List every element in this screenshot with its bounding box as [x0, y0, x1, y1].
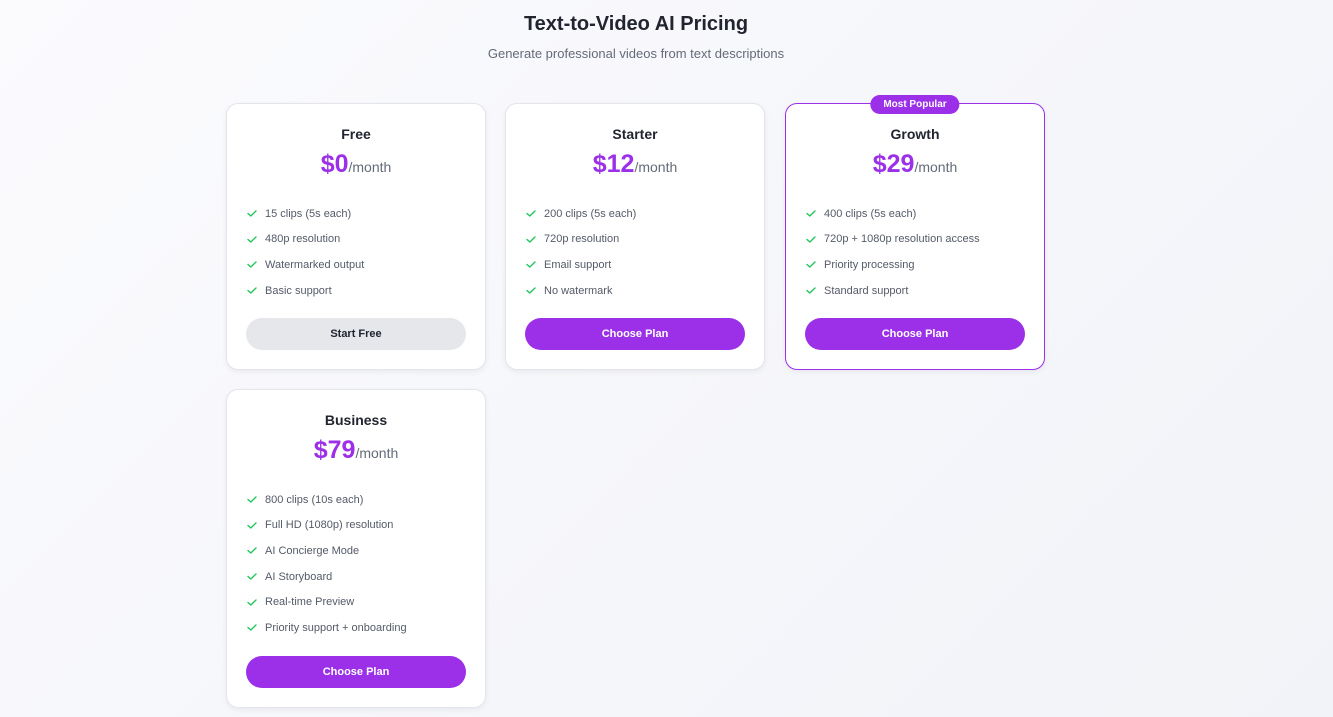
check-icon — [247, 598, 257, 606]
feature-label: 480p resolution — [265, 233, 341, 246]
feature-item: Watermarked output — [247, 252, 465, 278]
price-period: /month — [348, 159, 392, 175]
feature-label: Standard support — [824, 284, 909, 297]
feature-item: 720p resolution — [526, 227, 744, 253]
feature-list: 400 clips (5s each) 720p + 1080p resolut… — [806, 201, 1024, 303]
plan-price: $12 — [592, 150, 635, 178]
plan-name: Growth — [890, 126, 940, 142]
feature-label: Basic support — [265, 284, 332, 297]
feature-label: Email support — [544, 258, 612, 271]
feature-label: 800 clips (10s each) — [265, 493, 364, 506]
feature-item: 720p + 1080p resolution access — [806, 227, 1024, 253]
feature-item: No watermark — [526, 278, 744, 304]
feature-item: Standard support — [806, 278, 1024, 304]
feature-item: Full HD (1080p) resolution — [247, 513, 465, 539]
most-popular-badge: Most Popular — [870, 95, 960, 114]
check-icon — [806, 210, 816, 217]
check-icon — [247, 210, 257, 217]
plan-name: Free — [341, 126, 371, 142]
check-icon — [247, 522, 257, 529]
choose-plan-button[interactable]: Choose Plan — [246, 656, 466, 688]
check-icon — [247, 496, 257, 503]
start-free-button[interactable]: Start Free — [246, 318, 466, 350]
feature-label: No watermark — [544, 284, 613, 297]
feature-item: 200 clips (5s each) — [526, 201, 744, 227]
feature-label: 200 clips (5s each) — [544, 207, 637, 220]
check-icon — [247, 287, 257, 294]
feature-label: 400 clips (5s each) — [824, 207, 917, 220]
check-icon — [806, 236, 816, 243]
plan-price: $79 — [313, 436, 356, 464]
price-period: /month — [634, 159, 678, 175]
plan-name: Starter — [612, 126, 658, 142]
price-period: /month — [355, 445, 399, 461]
plan-card-growth: Most Popular Growth $29/month 400 clips … — [785, 95, 1045, 370]
check-icon — [806, 287, 816, 294]
feature-list: 15 clips (5s each) 480p resolution Water… — [247, 201, 465, 303]
check-icon — [526, 210, 536, 217]
feature-item: Priority support + onboarding — [247, 615, 465, 641]
feature-label: 720p + 1080p resolution access — [824, 233, 980, 246]
price-row: $79/month — [227, 436, 485, 465]
check-icon — [247, 236, 257, 243]
feature-item: 800 clips (10s each) — [247, 487, 465, 513]
feature-label: 15 clips (5s each) — [265, 207, 352, 220]
price-row: $12/month — [506, 150, 764, 179]
check-icon — [526, 261, 536, 269]
check-icon — [247, 261, 257, 269]
choose-plan-button[interactable]: Choose Plan — [525, 318, 745, 350]
feature-item: Basic support — [247, 278, 465, 304]
feature-item: Email support — [526, 252, 744, 278]
feature-list: 800 clips (10s each) Full HD (1080p) res… — [247, 487, 465, 641]
page-title: Text-to-Video AI Pricing — [523, 13, 749, 35]
check-icon — [247, 624, 257, 631]
check-icon — [526, 236, 536, 243]
check-icon — [247, 547, 257, 555]
feature-item: 15 clips (5s each) — [247, 201, 465, 227]
check-icon — [526, 287, 536, 294]
plan-price: $29 — [872, 150, 915, 178]
feature-label: AI Concierge Mode — [265, 544, 360, 557]
feature-label: Full HD (1080p) resolution — [265, 519, 394, 532]
feature-item: Priority processing — [806, 252, 1024, 278]
page-subtitle: Generate professional videos from text d… — [487, 46, 785, 61]
plan-name: Business — [324, 412, 388, 428]
feature-label: 720p resolution — [544, 233, 620, 246]
plan-card-starter: Starter $12/month 200 clips (5s each) 72… — [505, 103, 765, 370]
price-period: /month — [914, 159, 958, 175]
check-icon — [806, 261, 816, 269]
feature-label: Priority processing — [824, 258, 915, 271]
feature-item: 480p resolution — [247, 227, 465, 253]
feature-item: Real-time Preview — [247, 589, 465, 615]
feature-item: AI Concierge Mode — [247, 538, 465, 564]
check-icon — [247, 573, 257, 580]
feature-label: Priority support + onboarding — [265, 621, 407, 634]
feature-label: Real-time Preview — [265, 596, 355, 609]
price-row: $0/month — [227, 150, 485, 179]
plan-card-free: Free $0/month 15 clips (5s each) 480p re… — [226, 103, 486, 370]
choose-plan-button[interactable]: Choose Plan — [805, 318, 1025, 350]
feature-label: AI Storyboard — [265, 570, 333, 583]
feature-list: 200 clips (5s each) 720p resolution Emai… — [526, 201, 744, 303]
plan-price: $0 — [320, 150, 349, 178]
feature-item: 400 clips (5s each) — [806, 201, 1024, 227]
feature-item: AI Storyboard — [247, 564, 465, 590]
price-row: $29/month — [786, 150, 1044, 179]
feature-label: Watermarked output — [265, 258, 365, 271]
plan-card-business: Business $79/month 800 clips (10s each) … — [226, 389, 486, 708]
